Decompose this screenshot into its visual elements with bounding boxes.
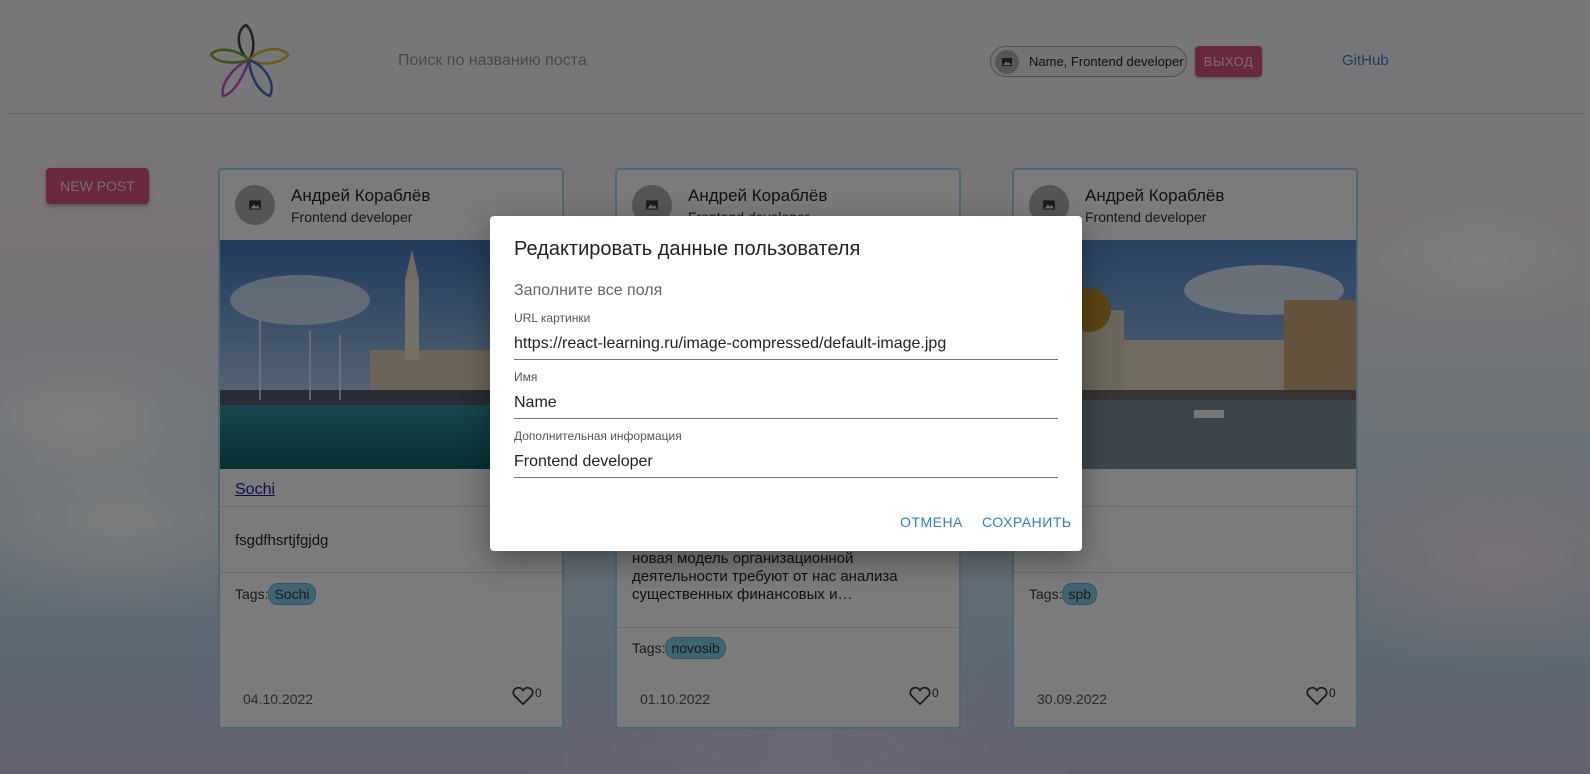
cancel-button[interactable]: ОТМЕНА [900,514,963,530]
edit-user-dialog: Редактировать данные пользователя Заполн… [490,216,1082,551]
field-label: Имя [514,370,538,384]
field-label: Дополнительная информация [514,429,682,443]
avatar-url-field: URL картинки [514,311,1058,360]
name-field: Имя [514,370,1058,419]
about-input[interactable] [514,447,1058,478]
save-button[interactable]: СОХРАНИТЬ [982,514,1072,530]
field-label: URL картинки [514,311,591,325]
name-input[interactable] [514,388,1058,419]
about-field: Дополнительная информация [514,429,1058,478]
avatar-url-input[interactable] [514,329,1058,360]
dialog-title: Редактировать данные пользователя [514,238,861,260]
dialog-subtitle: Заполните все поля [514,282,663,299]
